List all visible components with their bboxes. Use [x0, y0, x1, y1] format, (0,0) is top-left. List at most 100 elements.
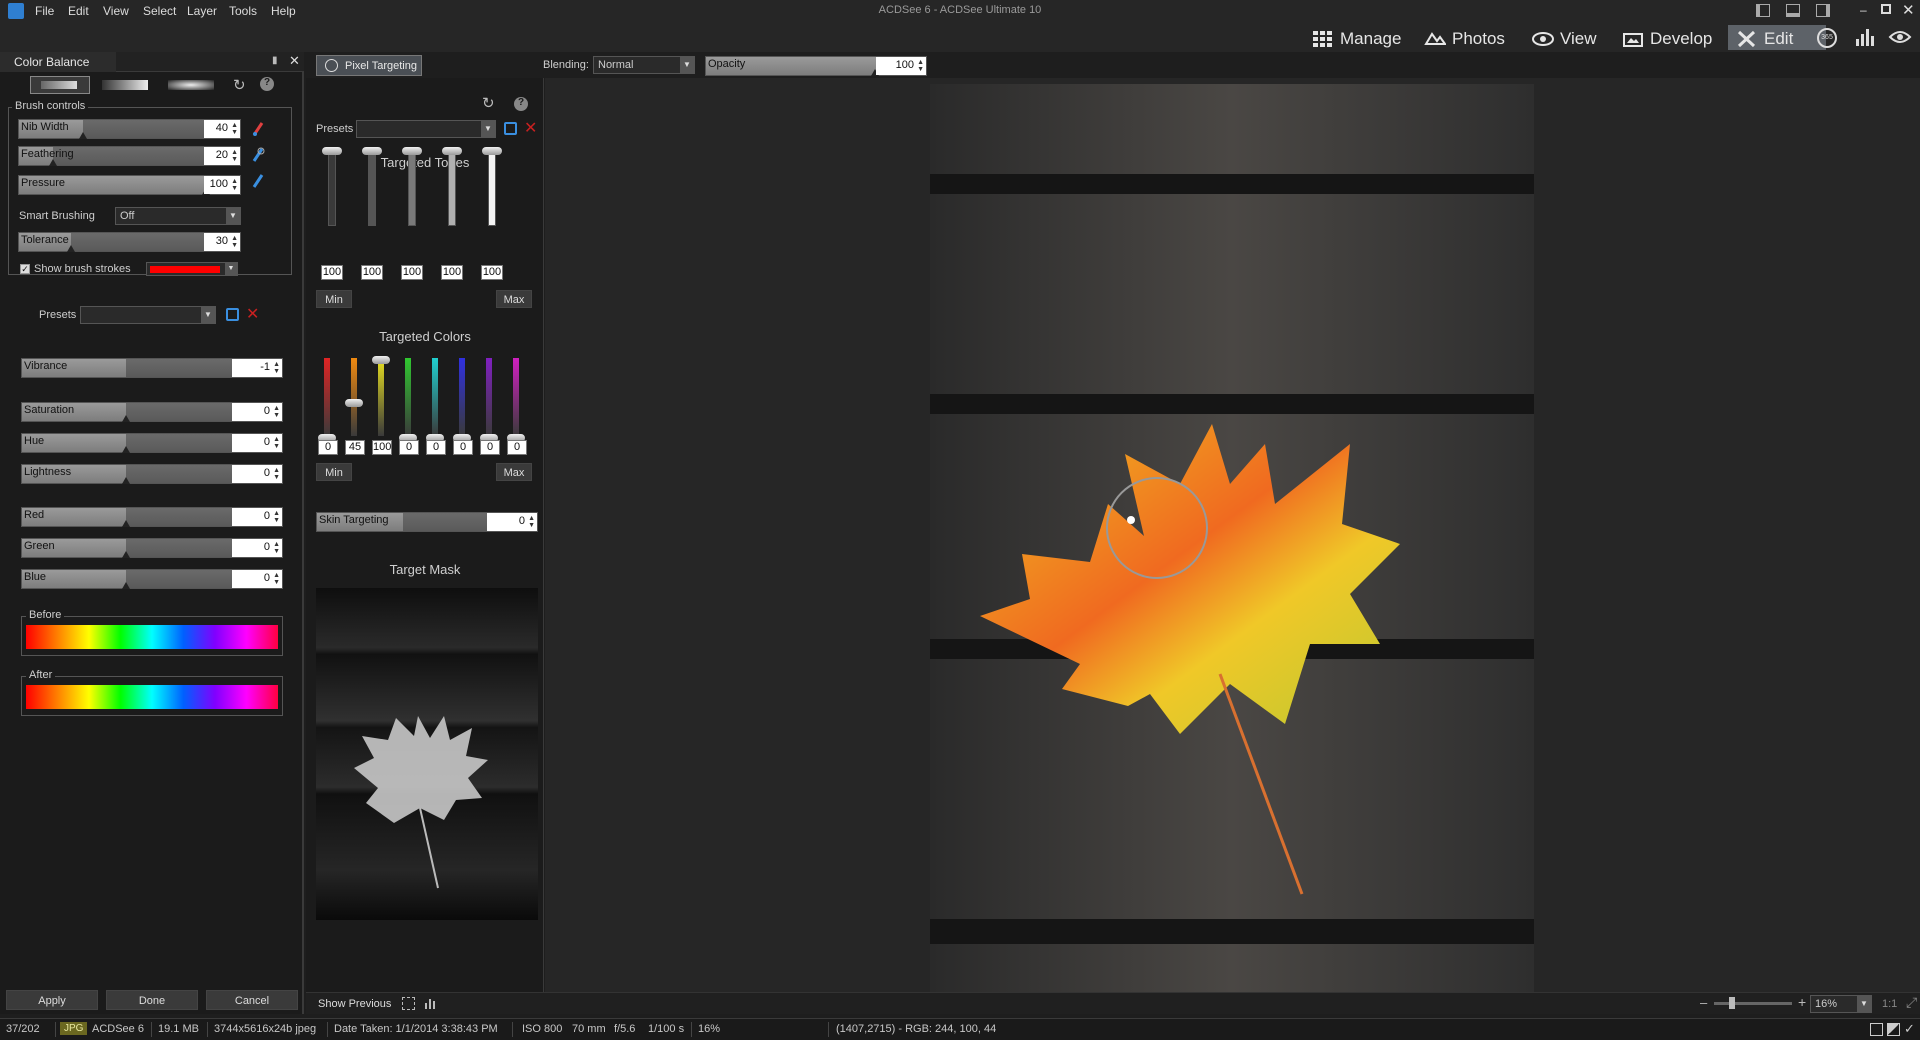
color-slider-1[interactable] [351, 358, 357, 436]
smart-brushing-dropdown[interactable]: Off ▼ [115, 207, 241, 225]
reset-icon[interactable]: ↻ [233, 76, 246, 94]
tone-value[interactable]: 100 [321, 265, 343, 280]
lightness-thumb[interactable] [122, 477, 130, 484]
hue-spinner-icon[interactable]: ▲ ▼ [273, 436, 280, 450]
tone-slider-thumb[interactable] [442, 147, 462, 155]
photos-mode-button[interactable]: Photos [1416, 25, 1513, 50]
tone-slider-0[interactable] [328, 150, 336, 226]
brush-paint-icon[interactable] [252, 121, 266, 137]
brush-mode-button[interactable] [30, 76, 90, 94]
left-pane-toggle-icon[interactable] [1756, 4, 1770, 17]
tone-slider-2[interactable] [408, 150, 416, 226]
tone-slider-thumb[interactable] [322, 147, 342, 155]
quick-search-icon[interactable] [1888, 27, 1912, 50]
view-mode-split-icon[interactable] [1887, 1023, 1900, 1036]
view-mode-single-icon[interactable] [1870, 1023, 1883, 1036]
blue-slider[interactable]: Blue 0 ▲ ▼ [21, 569, 283, 589]
color-slider-6[interactable] [486, 358, 492, 436]
tone-slider-3[interactable] [448, 150, 456, 226]
color-slider-7[interactable] [513, 358, 519, 436]
lightness-spinner-icon[interactable]: ▲ ▼ [273, 467, 280, 481]
color-slider-4[interactable] [432, 358, 438, 436]
color-value[interactable]: 0 [507, 440, 527, 455]
vibrance-spinner-icon[interactable]: ▲ ▼ [273, 361, 280, 375]
radial-gradient-mode-button[interactable] [166, 76, 216, 94]
green-thumb[interactable] [122, 551, 130, 558]
apply-button[interactable]: Apply [6, 990, 98, 1010]
blue-spinner-icon[interactable]: ▲ ▼ [273, 572, 280, 586]
zoom-out-icon[interactable]: – [1700, 995, 1707, 1010]
opacity-spinner-icon[interactable]: ▲ ▼ [917, 59, 924, 73]
stroke-color-picker[interactable]: ▼ [146, 262, 238, 276]
vibrance-slider[interactable]: Vibrance -1 ▲ ▼ [21, 358, 283, 378]
close-icon[interactable]: ✕ [1902, 1, 1915, 19]
feathering-spinner-icon[interactable]: ▲ ▼ [231, 149, 238, 163]
photo-preview[interactable] [930, 84, 1534, 992]
color-slider-5[interactable] [459, 358, 465, 436]
blue-thumb[interactable] [122, 582, 130, 589]
cancel-button[interactable]: Cancel [206, 990, 298, 1010]
view-mode-check-icon[interactable]: ✓ [1904, 1021, 1915, 1037]
green-slider[interactable]: Green 0 ▲ ▼ [21, 538, 283, 558]
tolerance-slider[interactable]: Tolerance 30 ▲ ▼ [18, 232, 241, 252]
acdsee-365-icon[interactable]: 365 [1817, 28, 1837, 48]
feathering-slider[interactable]: Feathering 20 ▲ ▼ [18, 146, 241, 166]
red-slider[interactable]: Red 0 ▲ ▼ [21, 507, 283, 527]
bottom-pane-toggle-icon[interactable] [1786, 4, 1800, 17]
color-slider-thumb[interactable] [345, 398, 363, 407]
tone-slider-1[interactable] [368, 150, 376, 226]
minimize-icon[interactable]: – [1860, 3, 1867, 17]
blending-dropdown[interactable]: Normal ▼ [593, 56, 695, 74]
color-value[interactable]: 0 [399, 440, 419, 455]
color-value[interactable]: 0 [480, 440, 500, 455]
opacity-slider[interactable]: Opacity 100 ▲ ▼ [705, 56, 927, 76]
color-value[interactable]: 0 [318, 440, 338, 455]
manage-mode-button[interactable]: Manage [1304, 25, 1409, 50]
color-slider-0[interactable] [324, 358, 330, 436]
pt-save-preset-icon[interactable] [504, 122, 517, 135]
save-preset-icon[interactable] [226, 308, 239, 321]
brush-fill-icon[interactable] [252, 173, 266, 189]
hue-slider[interactable]: Hue 0 ▲ ▼ [21, 433, 283, 453]
nib-width-slider[interactable]: Nib Width 40 ▲ ▼ [18, 119, 241, 139]
pin-icon[interactable]: ▮ [272, 55, 278, 66]
color-slider-thumb[interactable] [372, 356, 390, 364]
skin-targeting-spinner-icon[interactable]: ▲ ▼ [528, 515, 535, 529]
linear-gradient-mode-button[interactable] [100, 76, 150, 94]
zoom-dropdown[interactable]: 16% ▼ [1810, 995, 1872, 1013]
tone-slider-thumb[interactable] [482, 147, 502, 155]
brush-erase-icon[interactable] [252, 147, 266, 163]
tone-slider-thumb[interactable] [402, 147, 422, 155]
histogram-toggle-icon[interactable] [424, 996, 438, 1013]
histogram-icon[interactable] [1855, 27, 1877, 50]
pt-help-icon[interactable]: ? [514, 97, 528, 111]
fullscreen-icon[interactable]: ⤢ [1906, 994, 1917, 1011]
maximize-icon[interactable] [1881, 4, 1891, 14]
color-value[interactable]: 0 [426, 440, 446, 455]
skin-targeting-slider[interactable]: Skin Targeting 0 ▲ ▼ [316, 512, 538, 532]
feathering-thumb[interactable] [49, 159, 57, 166]
pressure-spinner-icon[interactable]: ▲ ▼ [231, 178, 238, 192]
saturation-spinner-icon[interactable]: ▲ ▼ [273, 405, 280, 419]
presets-dropdown[interactable]: ▼ [80, 306, 216, 324]
show-previous-button[interactable]: Show Previous [318, 998, 391, 1010]
fit-screen-icon[interactable] [402, 997, 415, 1010]
tones-max-button[interactable]: Max [496, 290, 532, 308]
color-value[interactable]: 100 [372, 440, 392, 455]
tone-value[interactable]: 100 [481, 265, 503, 280]
tones-min-button[interactable]: Min [316, 290, 352, 308]
colors-min-button[interactable]: Min [316, 463, 352, 481]
done-button[interactable]: Done [106, 990, 198, 1010]
develop-mode-button[interactable]: Develop [1614, 25, 1720, 50]
pt-delete-preset-icon[interactable]: ✕ [524, 118, 537, 138]
colors-max-button[interactable]: Max [496, 463, 532, 481]
view-mode-button[interactable]: View [1524, 25, 1605, 50]
actual-size-button[interactable]: 1:1 [1882, 998, 1897, 1010]
pressure-slider[interactable]: Pressure 100 ▲ ▼ [18, 175, 241, 195]
green-spinner-icon[interactable]: ▲ ▼ [273, 541, 280, 555]
saturation-thumb[interactable] [122, 415, 130, 422]
color-slider-3[interactable] [405, 358, 411, 436]
red-spinner-icon[interactable]: ▲ ▼ [273, 510, 280, 524]
zoom-slider-thumb[interactable] [1729, 997, 1735, 1009]
nib-width-spinner-icon[interactable]: ▲ ▼ [231, 122, 238, 136]
